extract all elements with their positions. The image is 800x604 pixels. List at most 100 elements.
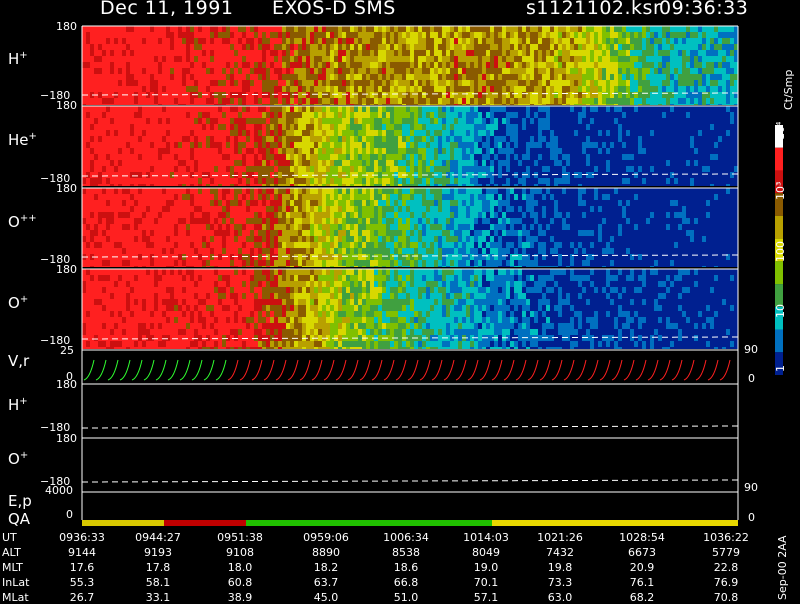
heatmap-cell [166, 248, 170, 254]
heatmap-cell [530, 104, 534, 105]
heatmap-cell [82, 212, 86, 218]
heatmap-cell [170, 224, 174, 230]
heatmap-cell [286, 92, 290, 98]
heatmap-cell [118, 266, 122, 267]
heatmap-cell [638, 172, 642, 178]
heatmap-cell [618, 32, 622, 38]
heatmap-cell [674, 86, 678, 92]
heatmap-cell [494, 166, 498, 172]
heatmap-cell [330, 106, 334, 112]
heatmap-cell [238, 92, 242, 98]
heatmap-cell [534, 136, 538, 142]
heatmap-cell [210, 142, 214, 148]
heatmap-cell [666, 184, 670, 186]
heatmap-cell [262, 104, 266, 105]
heatmap-cell [346, 74, 350, 80]
heatmap-cell [522, 26, 526, 32]
heatmap-cell [410, 166, 414, 172]
heatmap-cell [138, 26, 142, 32]
heatmap-cell [226, 74, 230, 80]
heatmap-cell [438, 160, 442, 166]
heatmap-cell [282, 98, 286, 104]
heatmap-cell [390, 32, 394, 38]
heatmap-cell [422, 32, 426, 38]
heatmap-cell [274, 154, 278, 160]
heatmap-cell [362, 50, 366, 56]
heatmap-cell [302, 160, 306, 166]
heatmap-cell [358, 68, 362, 74]
heatmap-cell [170, 230, 174, 236]
heatmap-cell [202, 44, 206, 50]
heatmap-cell [474, 104, 478, 105]
heatmap-cell [178, 50, 182, 56]
heatmap-cell [170, 74, 174, 80]
heatmap-cell [678, 112, 682, 118]
heatmap-cell [142, 260, 146, 266]
heatmap-cell [186, 62, 190, 68]
heatmap-cell [606, 148, 610, 154]
heatmap-cell [546, 154, 550, 160]
heatmap-cell [162, 160, 166, 166]
heatmap-cell [522, 136, 526, 142]
heatmap-cell [106, 80, 110, 86]
heatmap-cell [122, 136, 126, 142]
heatmap-cell [206, 166, 210, 172]
heatmap-cell [458, 166, 462, 172]
heatmap-cell [622, 104, 626, 105]
heatmap-cell [130, 130, 134, 136]
heatmap-cell [286, 148, 290, 154]
heatmap-cell [678, 124, 682, 130]
heatmap-cell [302, 56, 306, 62]
heatmap-cell [658, 98, 662, 104]
heatmap-cell [418, 130, 422, 136]
heatmap-cell [286, 106, 290, 112]
heatmap-cell [258, 154, 262, 160]
heatmap-cell [542, 154, 546, 160]
heatmap-cell [494, 74, 498, 80]
heatmap-cell [586, 26, 590, 32]
heatmap-cell [510, 142, 514, 148]
heatmap-cell [114, 206, 118, 212]
heatmap-cell [190, 142, 194, 148]
heatmap-cell [206, 104, 210, 105]
heatmap-cell [578, 148, 582, 154]
heatmap-cell [402, 160, 406, 166]
heatmap-cell [402, 124, 406, 130]
heatmap-cell [94, 166, 98, 172]
heatmap-cell [586, 44, 590, 50]
heatmap-cell [666, 166, 670, 172]
heatmap-cell [518, 136, 522, 142]
heatmap-cell [98, 80, 102, 86]
heatmap-cell [526, 50, 530, 56]
heatmap-cell [414, 154, 418, 160]
heatmap-cell [470, 184, 474, 186]
heatmap-cell [286, 166, 290, 172]
heatmap-cell [266, 38, 270, 44]
heatmap-cell [618, 86, 622, 92]
heatmap-cell [266, 50, 270, 56]
heatmap-cell [418, 62, 422, 68]
heatmap-cell [142, 248, 146, 254]
heatmap-cell [130, 106, 134, 112]
heatmap-cell [358, 80, 362, 86]
heatmap-cell [162, 142, 166, 148]
heatmap-cell [146, 98, 150, 104]
heatmap-cell [698, 98, 702, 104]
heatmap-cell [546, 142, 550, 148]
heatmap-cell [82, 50, 86, 56]
heatmap-cell [458, 74, 462, 80]
heatmap-cell [94, 148, 98, 154]
heatmap-cell [250, 106, 254, 112]
heatmap-cell [510, 38, 514, 44]
heatmap-cell [202, 104, 206, 105]
heatmap-cell [326, 80, 330, 86]
heatmap-cell [134, 38, 138, 44]
heatmap-cell [122, 188, 126, 194]
heatmap-cell [278, 178, 282, 184]
heatmap-cell [278, 50, 282, 56]
heatmap-cell [334, 148, 338, 154]
heatmap-cell [570, 112, 574, 118]
heatmap-cell [278, 106, 282, 112]
heatmap-cell [118, 104, 122, 105]
heatmap-cell [102, 142, 106, 148]
